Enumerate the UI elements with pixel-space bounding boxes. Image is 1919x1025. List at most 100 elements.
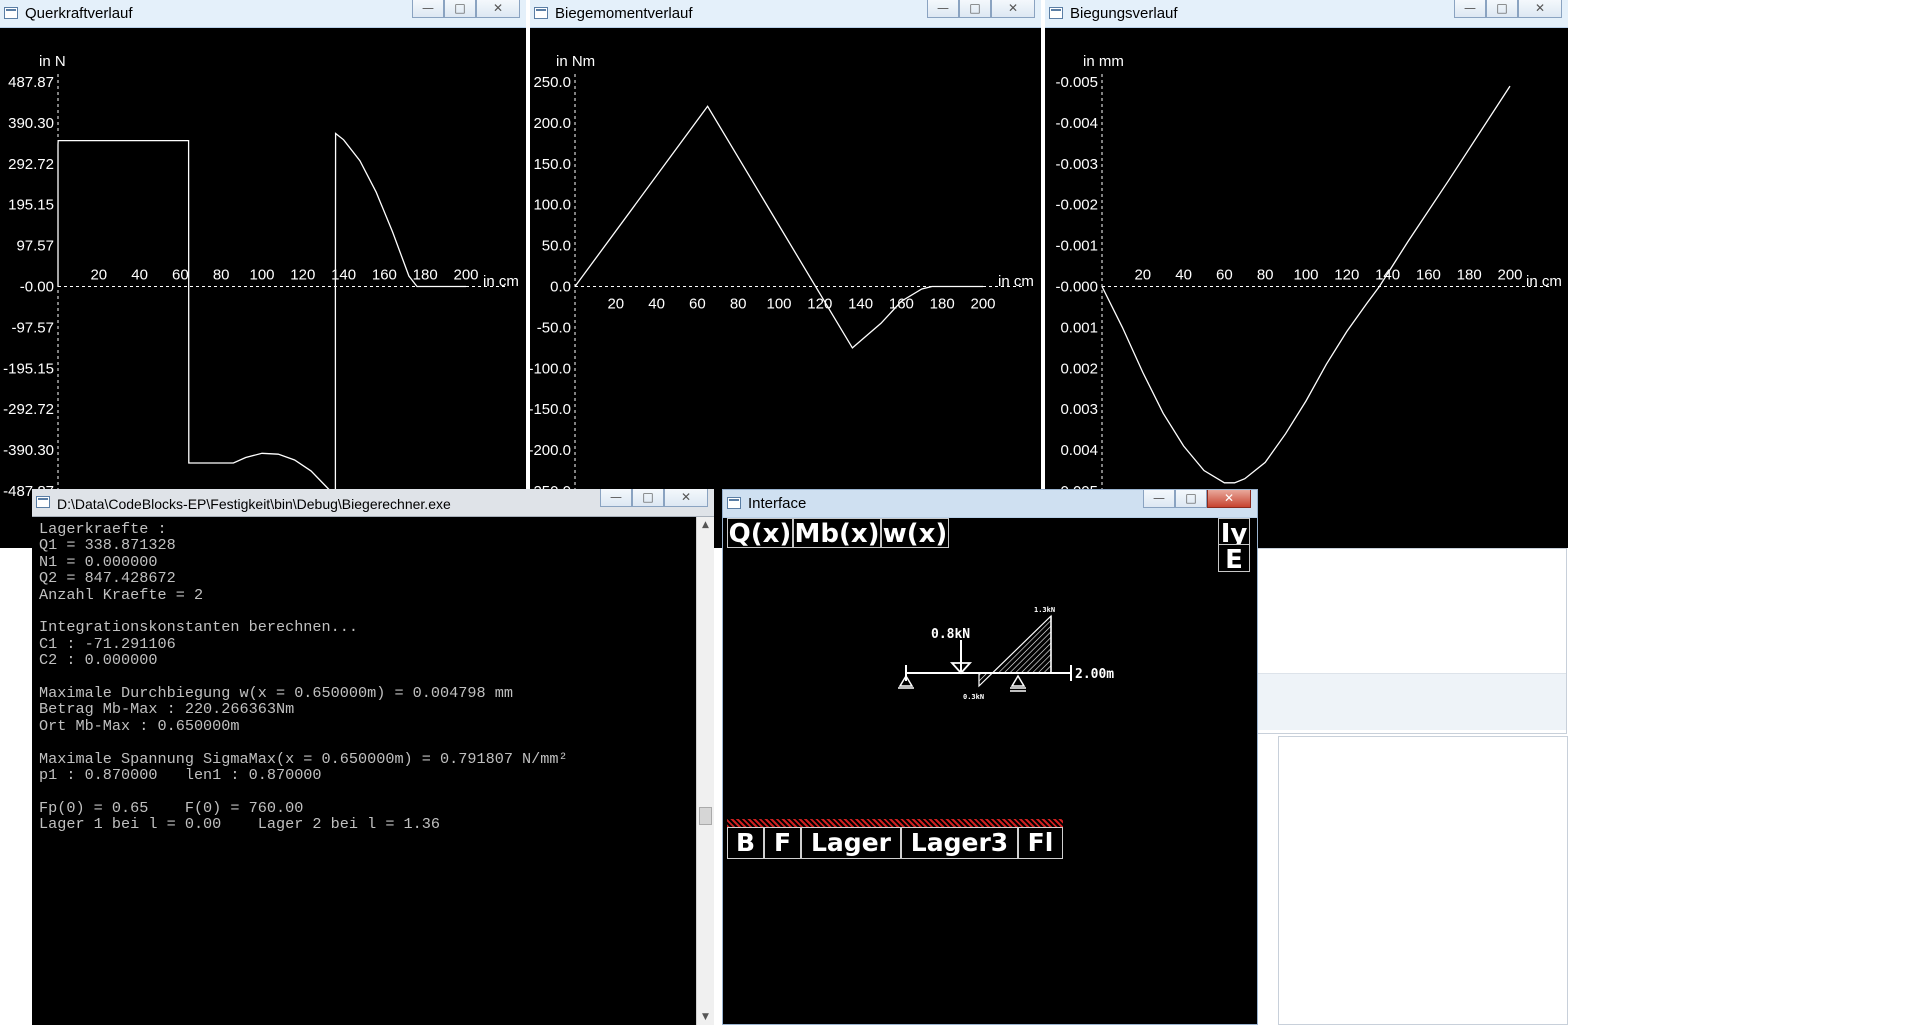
x-tick-label: 20 [607,296,624,313]
maximize-button[interactable]: □ [1486,0,1518,18]
minimize-button[interactable]: — [600,489,632,507]
b-button[interactable]: B [727,827,764,859]
lager3-button[interactable]: Lager3 [901,827,1018,859]
point-force-arrow-icon [949,640,973,675]
console-line: Maximale Spannung SigmaMax(x = 0.650000m… [39,749,568,768]
x-tick-label: 200 [453,267,478,284]
x-tick-label: 160 [1416,267,1441,284]
console-titlebar[interactable]: D:\Data\CodeBlocks-EP\Festigkeit\bin\Deb… [32,489,714,517]
console-line: C2 : 0.000000 [39,651,158,670]
y-tick-label: -150.0 [530,401,571,418]
x-tick-label: 120 [807,296,832,313]
fl-button[interactable]: Fl [1018,827,1063,859]
x-tick-label: 200 [1497,267,1522,284]
maximize-button[interactable]: □ [1175,490,1207,508]
maximize-button[interactable]: □ [959,0,991,18]
x-unit-label: in cm [998,273,1034,290]
x-tick-label: 80 [730,296,747,313]
y-tick-label: 390.30 [8,115,54,132]
y-tick-label: 0.0 [550,279,571,296]
x-tick-label: 180 [413,267,438,284]
biegung-titlebar[interactable]: Biegungsverlauf — □ ✕ [1045,0,1568,28]
scroll-up-arrow-icon[interactable]: ▲ [697,517,714,533]
console-line: Lagerkraefte : [39,520,167,538]
console-output[interactable]: Lagerkraefte : Q1 = 338.871328 N1 = 0.0000… [32,517,696,1025]
console-line: Q1 = 338.871328 [39,536,176,555]
y-tick-label: -100.0 [530,360,571,377]
querkraft-plot: in N in cm 487.87 390.30 292.72 195.15 97.57 -0… [0,28,526,548]
x-tick-label: 60 [689,296,706,313]
y-tick-label: -0.00 [20,279,54,296]
y-tick-label: -195.15 [3,360,54,377]
lager-button[interactable]: Lager [801,827,901,859]
x-tick-label: 140 [1375,267,1400,284]
x-tick-label: 40 [648,296,665,313]
load-max-label: 1.3kN [1034,606,1055,614]
x-tick-label: 20 [90,267,107,284]
close-button[interactable]: ✕ [1518,0,1562,18]
y-tick-label: -50.0 [537,319,571,336]
y-unit-label: in N [39,53,66,70]
minimize-button[interactable]: — [927,0,959,18]
y-unit-label: in mm [1083,53,1124,70]
x-tick-label: 120 [1334,267,1359,284]
interface-canvas: Q(x) Mb(x) w(x) Iy E 0.8kN 1.3kN 0.3kN 2… [723,518,1257,1024]
interface-window: Interface — □ ✕ Q(x) Mb(x) w(x) Iy E 0.8… [722,489,1258,1025]
console-scrollbar[interactable]: ▲ ▼ [696,517,714,1025]
x-tick-label: 100 [766,296,791,313]
x-tick-label: 100 [1293,267,1318,284]
console-line: Anzahl Kraefte = 2 [39,585,204,604]
x-tick-label: 60 [1216,267,1233,284]
querkraft-titlebar[interactable]: Querkraftverlauf — □ ✕ [0,0,526,28]
minimize-button[interactable]: — [412,0,444,18]
y-tick-label: -0.005 [1055,74,1098,91]
window-icon [727,497,741,509]
minimize-button[interactable]: — [1454,0,1486,18]
y-tick-label: 0.001 [1060,319,1098,336]
x-tick-label: 40 [1175,267,1192,284]
console-title: D:\Data\CodeBlocks-EP\Festigkeit\bin\Deb… [57,496,451,512]
x-tick-label: 80 [213,267,230,284]
interface-titlebar[interactable]: Interface — □ ✕ [723,490,1257,518]
scroll-thumb[interactable] [699,807,712,825]
minimize-button[interactable]: — [1143,490,1175,508]
biegung-plot: in mm in cm -0.005 -0.004 -0.003 -0.002 -0.001… [1045,28,1568,548]
x-unit-label: in cm [483,273,519,290]
x-tick-label: 80 [1257,267,1274,284]
x-tick-label: 180 [1457,267,1482,284]
close-button[interactable]: ✕ [664,489,708,507]
x-tick-label: 160 [372,267,397,284]
maximize-button[interactable]: □ [632,489,664,507]
console-line: Ort Mb-Max : 0.650000m [39,716,240,735]
x-tick-label: 60 [172,267,189,284]
console-window: D:\Data\CodeBlocks-EP\Festigkeit\bin\Deb… [32,489,714,1025]
scroll-down-arrow-icon[interactable]: ▼ [697,1009,714,1025]
console-icon [36,496,50,508]
console-line: Betrag Mb-Max : 220.266363Nm [39,700,295,719]
close-button[interactable]: ✕ [991,0,1035,18]
background-window-band [1256,673,1566,730]
f-button[interactable]: F [764,827,801,859]
maximize-button[interactable]: □ [444,0,476,18]
x-tick-label: 20 [1134,267,1151,284]
y-unit-label: in Nm [556,53,595,70]
y-tick-label: -97.57 [11,319,54,336]
y-tick-label: -0.000 [1055,279,1098,296]
console-line: N1 = 0.000000 [39,552,158,571]
console-line: C1 : -71.291106 [39,634,176,653]
x-tick-label: 180 [930,296,955,313]
y-tick-label: -0.004 [1055,115,1098,132]
biegung-title: Biegungsverlauf [1070,5,1178,22]
force-label: 0.8kN [931,627,970,642]
y-tick-label: 0.003 [1060,401,1098,418]
biegemoment-titlebar[interactable]: Biegemomentverlauf — □ ✕ [530,0,1041,28]
y-tick-label: -292.72 [3,401,54,418]
biegemoment-title: Biegemomentverlauf [555,5,693,22]
close-button[interactable]: ✕ [1207,490,1251,508]
close-button[interactable]: ✕ [476,0,520,18]
y-tick-label: -200.0 [530,442,571,459]
